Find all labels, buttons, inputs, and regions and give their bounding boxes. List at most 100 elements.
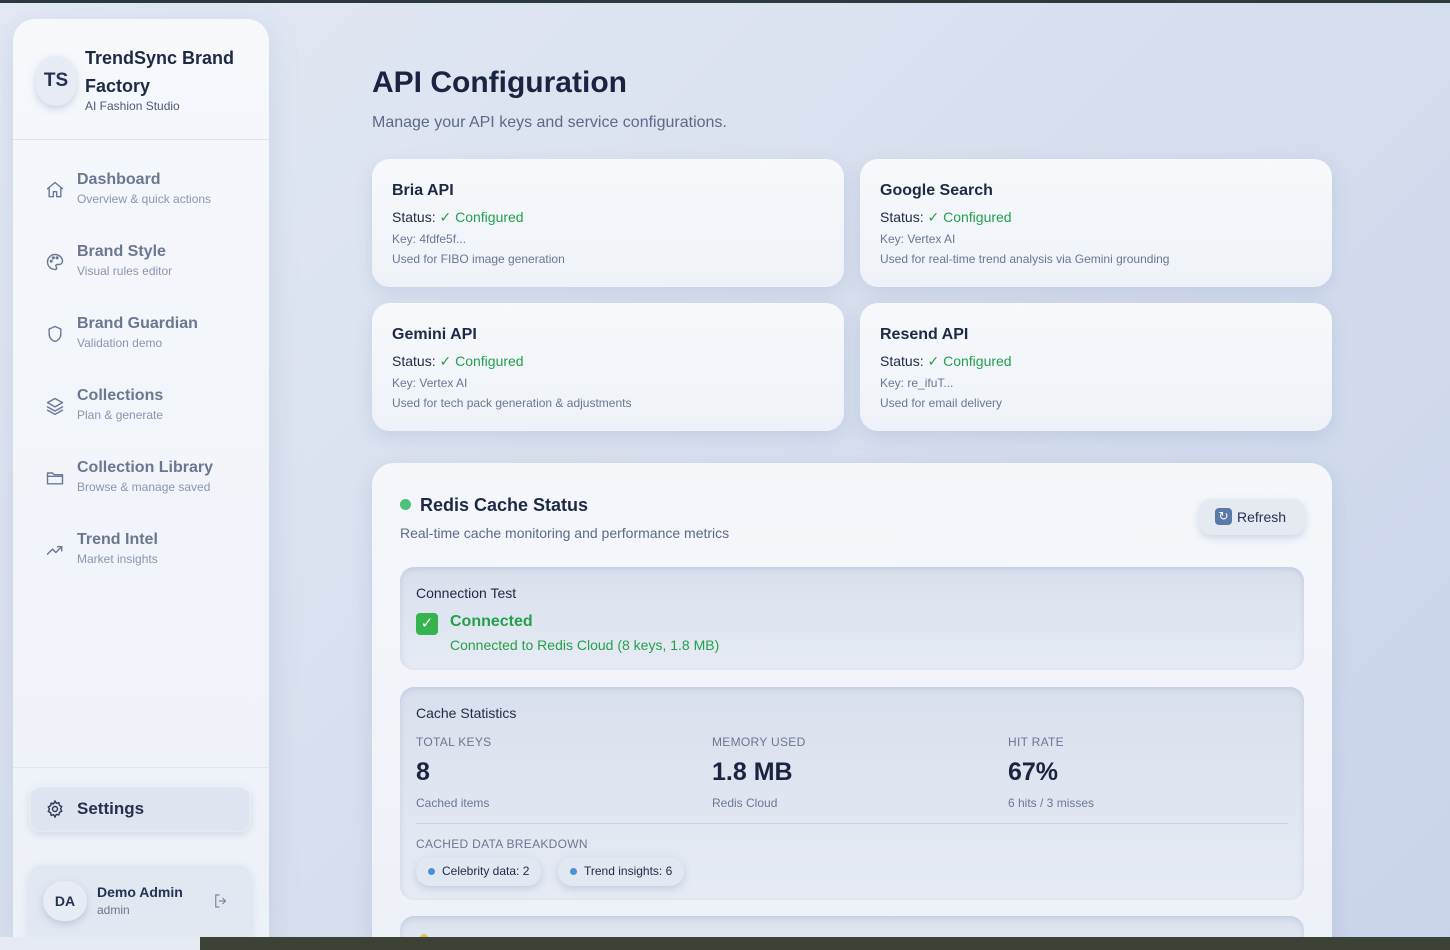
user-role: admin <box>97 903 130 917</box>
api-usage: Used for FIBO image generation <box>392 252 565 266</box>
breakdown-heading: CACHED DATA BREAKDOWN <box>416 837 588 851</box>
sidebar: TS TrendSync Brand Factory AI Fashion St… <box>13 19 269 937</box>
cache-statistics-panel: Cache Statistics TOTAL KEYS 8 Cached ite… <box>400 687 1304 900</box>
connection-detail: Connected to Redis Cloud (8 keys, 1.8 MB… <box>450 637 720 653</box>
sidebar-item-sublabel: Browse & manage saved <box>77 480 211 494</box>
breakdown-chip-trend: Trend insights: 6 <box>558 857 685 886</box>
api-key: Key: Vertex AI <box>880 232 956 246</box>
stat-caption: 6 hits / 3 misses <box>1008 796 1095 810</box>
redis-cache-panel: Redis Cache Status Real-time cache monit… <box>372 463 1332 943</box>
statistics-heading: Cache Statistics <box>416 705 517 721</box>
layers-icon <box>45 396 65 416</box>
api-usage: Used for real-time trend analysis via Ge… <box>880 252 1170 266</box>
taskbar-strip <box>200 937 1450 950</box>
sidebar-item-sublabel: Plan & generate <box>77 408 164 422</box>
shield-icon <box>45 324 65 344</box>
api-card-bria: Bria API Status: ✓ Configured Key: 4fdfe… <box>372 159 844 287</box>
sidebar-item-trend-intel[interactable]: Trend Intel Market insights <box>13 527 269 599</box>
api-name: Resend API <box>880 326 969 343</box>
breakdown-chip-celebrity: Celebrity data: 2 <box>416 857 542 886</box>
api-name: Bria API <box>392 182 454 199</box>
dot-icon <box>570 868 577 875</box>
sidebar-item-sublabel: Validation demo <box>77 336 163 350</box>
sidebar-item-brand-guardian[interactable]: Brand Guardian Validation demo <box>13 311 269 383</box>
api-name: Gemini API <box>392 326 477 343</box>
refresh-label: Refresh <box>1237 509 1287 525</box>
api-key: Key: 4fdfe5f... <box>392 232 467 246</box>
refresh-button[interactable]: ↻ Refresh <box>1199 499 1305 535</box>
api-status: Status: ✓ Configured <box>880 353 1012 369</box>
brand-header: TS TrendSync Brand Factory AI Fashion St… <box>13 19 269 140</box>
api-key: Key: Vertex AI <box>392 376 468 390</box>
sidebar-item-collection-library[interactable]: Collection Library Browse & manage saved <box>13 455 269 527</box>
sidebar-item-label: Trend Intel <box>77 531 158 548</box>
status-dot-icon <box>400 499 411 510</box>
trending-up-icon <box>45 540 65 560</box>
dot-icon <box>428 868 435 875</box>
status-badge: ✓ Configured <box>439 353 524 369</box>
page-subtitle: Manage your API keys and service configu… <box>372 114 727 131</box>
sidebar-item-settings[interactable]: Settings <box>29 785 251 832</box>
status-badge: ✓ Configured <box>927 209 1012 225</box>
sidebar-item-label: Brand Guardian <box>77 315 198 332</box>
status-badge: ✓ Configured <box>927 353 1012 369</box>
sidebar-item-label: Collections <box>77 387 164 404</box>
sidebar-item-label: Collection Library <box>77 459 214 476</box>
user-card: DA Demo Admin admin <box>29 865 251 937</box>
divider <box>416 823 1288 824</box>
connection-state: Connected <box>450 613 533 630</box>
connection-heading: Connection Test <box>416 585 517 601</box>
stat-hit-rate: HIT RATE 67% 6 hits / 3 misses <box>1008 735 1288 810</box>
sidebar-item-collections[interactable]: Collections Plan & generate <box>13 383 269 455</box>
connection-test-panel: Connection Test ✓ Connected Connected to… <box>400 567 1304 670</box>
stat-value: 67% <box>1008 758 1059 786</box>
home-icon <box>45 180 65 200</box>
user-name: Demo Admin <box>97 884 183 900</box>
stat-caption: Redis Cloud <box>712 796 778 810</box>
palette-icon <box>45 252 65 272</box>
stat-label: TOTAL KEYS <box>416 735 492 749</box>
stat-label: HIT RATE <box>1008 735 1064 749</box>
sidebar-item-label: Dashboard <box>77 171 161 188</box>
stat-caption: Cached items <box>416 796 490 810</box>
brand-name: TrendSync Brand Factory <box>85 48 235 96</box>
page-title: API Configuration <box>372 66 627 99</box>
redis-subtitle: Real-time cache monitoring and performan… <box>400 525 730 541</box>
api-usage: Used for email delivery <box>880 396 1003 410</box>
api-key: Key: re_ifuT... <box>880 376 954 390</box>
sidebar-item-sublabel: Market insights <box>77 552 158 566</box>
sidebar-item-brand-style[interactable]: Brand Style Visual rules editor <box>13 239 269 311</box>
avatar: DA <box>43 881 87 921</box>
status-badge: ✓ Configured <box>439 209 524 225</box>
settings-label: Settings <box>77 799 145 818</box>
api-status: Status: ✓ Configured <box>880 209 1012 225</box>
window-top-edge <box>0 0 1450 3</box>
gear-icon <box>45 799 65 819</box>
api-status: Status: ✓ Configured <box>392 209 524 225</box>
check-icon: ✓ <box>416 613 438 635</box>
sidebar-divider <box>13 767 269 768</box>
stat-label: MEMORY USED <box>712 735 806 749</box>
redis-title: Redis Cache Status <box>420 495 589 515</box>
api-usage: Used for tech pack generation & adjustme… <box>392 396 632 410</box>
sidebar-nav: Dashboard Overview & quick actions Brand… <box>13 167 269 599</box>
stat-value: 8 <box>416 758 430 786</box>
brand-subtitle: AI Fashion Studio <box>85 99 180 113</box>
brand-avatar: TS <box>36 56 76 106</box>
api-status: Status: ✓ Configured <box>392 353 524 369</box>
window-bottom-edge <box>0 937 200 950</box>
folder-icon <box>45 468 65 488</box>
refresh-icon: ↻ <box>1215 508 1232 525</box>
logout-icon[interactable] <box>212 892 230 910</box>
stat-memory-used: MEMORY USED 1.8 MB Redis Cloud <box>712 735 992 810</box>
sidebar-item-sublabel: Visual rules editor <box>77 264 173 278</box>
stat-total-keys: TOTAL KEYS 8 Cached items <box>416 735 696 810</box>
api-name: Google Search <box>880 182 993 199</box>
stat-value: 1.8 MB <box>712 758 793 786</box>
sidebar-item-sublabel: Overview & quick actions <box>77 192 212 206</box>
api-card-google-search: Google Search Status: ✓ Configured Key: … <box>860 159 1332 287</box>
sidebar-item-label: Brand Style <box>77 243 166 260</box>
sidebar-item-dashboard[interactable]: Dashboard Overview & quick actions <box>13 167 269 239</box>
api-card-resend: Resend API Status: ✓ Configured Key: re_… <box>860 303 1332 431</box>
api-card-gemini: Gemini API Status: ✓ Configured Key: Ver… <box>372 303 844 431</box>
